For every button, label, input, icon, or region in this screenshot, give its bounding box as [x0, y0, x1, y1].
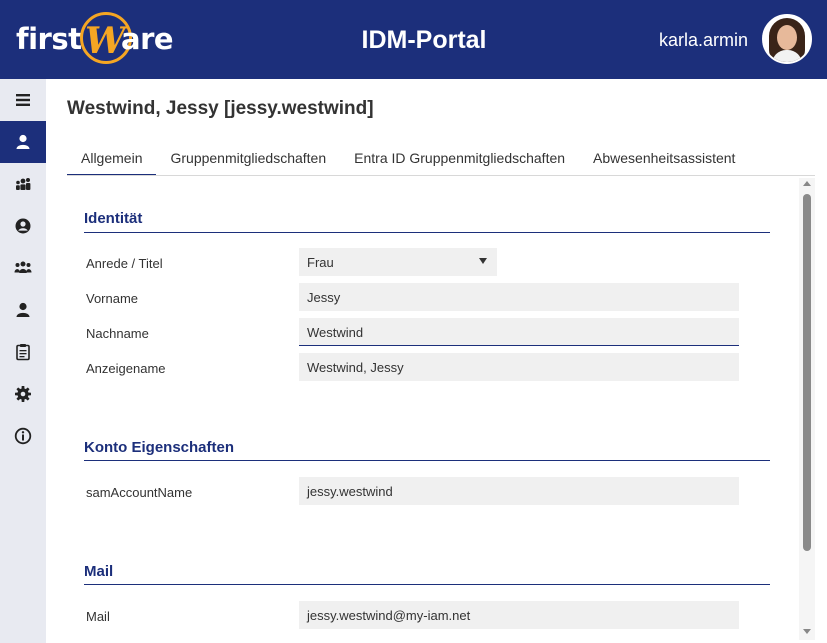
team-icon	[14, 261, 32, 273]
section-title-mail: Mail	[84, 563, 114, 580]
section-title-identitaet: Identität	[84, 210, 143, 227]
form-content: Identität Anrede / Titel Frau Vorname Je…	[67, 176, 815, 643]
vorname-input[interactable]: Jessy	[299, 283, 739, 311]
section-divider	[84, 584, 770, 585]
scroll-thumb[interactable]	[803, 194, 811, 551]
sidebar-item-user[interactable]	[0, 121, 46, 163]
sidebar-item-account[interactable]	[0, 205, 46, 247]
sidebar-item-reports[interactable]	[0, 331, 46, 373]
gear-icon	[15, 386, 31, 402]
user-avatar[interactable]	[762, 14, 812, 64]
content-scrollbar[interactable]	[799, 178, 815, 640]
menu-icon	[16, 94, 30, 106]
tab-abwesenheitsassistent[interactable]: Abwesenheitsassistent	[579, 149, 749, 176]
section-divider	[84, 460, 770, 461]
account-circle-icon	[15, 218, 31, 234]
tab-bar: Allgemein Gruppenmitgliedschaften Entra …	[67, 149, 749, 176]
section-divider	[84, 232, 770, 233]
tab-gruppenmitgliedschaften[interactable]: Gruppenmitgliedschaften	[156, 149, 340, 176]
info-icon	[14, 427, 32, 445]
page-title: Westwind, Jessy [jessy.westwind]	[67, 98, 374, 119]
sidebar-item-person[interactable]	[0, 289, 46, 331]
vorname-label: Vorname	[86, 291, 139, 306]
person-icon	[16, 302, 30, 317]
sidebar-item-team[interactable]	[0, 247, 46, 289]
anzeigename-label: Anzeigename	[86, 361, 166, 376]
sidebar-item-groups[interactable]	[0, 163, 46, 205]
anzeigename-input[interactable]: Westwind, Jessy	[299, 353, 739, 381]
avatar-face	[777, 25, 797, 50]
tab-entra-id-gruppenmitgliedschaften[interactable]: Entra ID Gruppenmitgliedschaften	[340, 149, 579, 176]
sidebar-item-info[interactable]	[0, 415, 46, 457]
anrede-label: Anrede / Titel	[86, 256, 163, 271]
scroll-down-arrow-icon[interactable]	[803, 629, 811, 634]
app-header: first W are IDM-Portal karla.armin	[0, 0, 827, 79]
clipboard-icon	[16, 344, 30, 361]
mail-input[interactable]: jessy.westwind@my-iam.net	[299, 601, 739, 629]
sidebar-menu-toggle[interactable]	[0, 79, 46, 121]
mail-label: Mail	[86, 609, 110, 624]
sidebar	[0, 79, 46, 643]
anrede-value: Frau	[307, 255, 334, 270]
samaccountname-label: samAccountName	[86, 485, 193, 500]
anrede-select[interactable]: Frau	[299, 248, 497, 276]
user-icon	[16, 134, 30, 149]
nachname-label: Nachname	[86, 326, 149, 341]
current-user-name[interactable]: karla.armin	[659, 30, 748, 51]
dropdown-caret-icon	[479, 258, 487, 264]
scroll-up-arrow-icon[interactable]	[803, 181, 811, 186]
sidebar-item-settings[interactable]	[0, 373, 46, 415]
main-panel: Westwind, Jessy [jessy.westwind] Allgeme…	[46, 79, 827, 643]
samaccountname-input[interactable]: jessy.westwind	[299, 477, 739, 505]
nachname-input[interactable]: Westwind	[299, 318, 739, 346]
groups-icon	[16, 178, 31, 190]
tab-allgemein[interactable]: Allgemein	[67, 149, 157, 176]
section-title-konto-eigenschaften: Konto Eigenschaften	[84, 439, 235, 456]
